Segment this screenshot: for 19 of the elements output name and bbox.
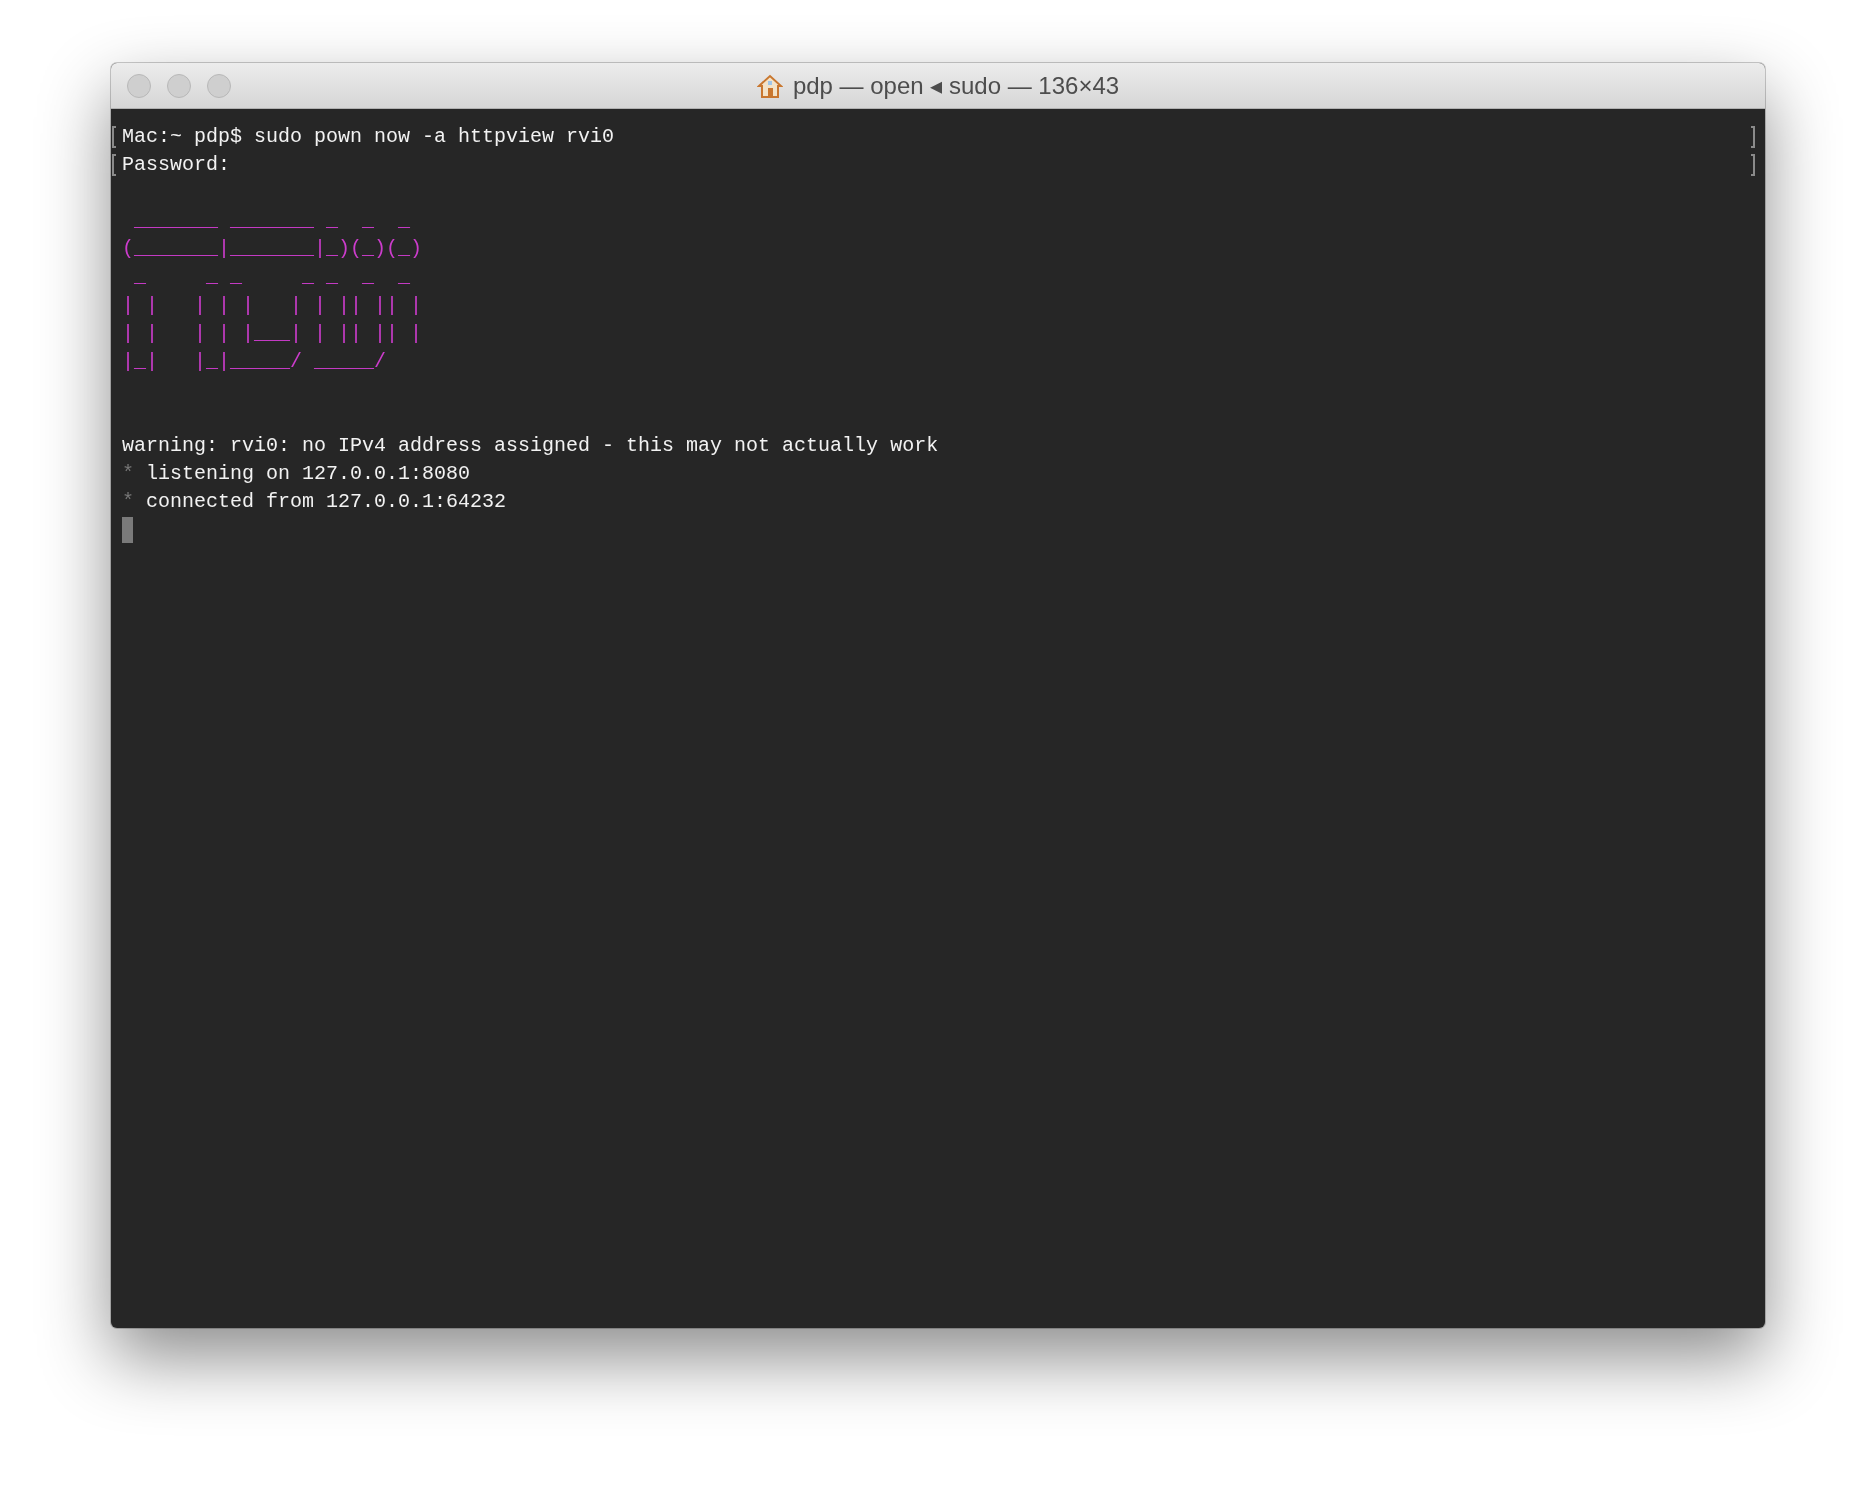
ascii-art-line: (_______|_______|_)(_)(_) [122, 236, 423, 263]
ascii-art-line: _ _ _ _ _ _ _ [133, 264, 411, 291]
house-icon [756, 72, 783, 99]
terminal-line: warning: rvi0: no IPv4 address assigned - this may not actually work [122, 433, 939, 460]
terminal-line: listening on 127.0.0.1:8080 [146, 461, 471, 488]
bullet: * [122, 489, 134, 516]
minimize-button[interactable] [167, 73, 191, 98]
terminal-line: connected from 127.0.0.1:64232 [146, 489, 507, 516]
terminal-line: Password: [122, 152, 231, 179]
ascii-art-line: | | | | |___| | || || | [122, 320, 423, 347]
window-title: pdp — open ◂ sudo — 136×43 [792, 71, 1120, 100]
text-cursor [122, 517, 133, 544]
zoom-button[interactable] [207, 73, 231, 98]
terminal-line: Mac:~ pdp$ sudo pown now -a httpview rvi0 [122, 124, 615, 150]
bullet: * [122, 461, 134, 488]
ascii-art-line: | | | | | | | || || | [122, 292, 423, 319]
close-button[interactable] [127, 73, 151, 98]
ascii-art-line: _______ _______ _ _ _ [133, 208, 411, 235]
ascii-art-line: |_| |_|_____/ _____/ [122, 348, 387, 375]
